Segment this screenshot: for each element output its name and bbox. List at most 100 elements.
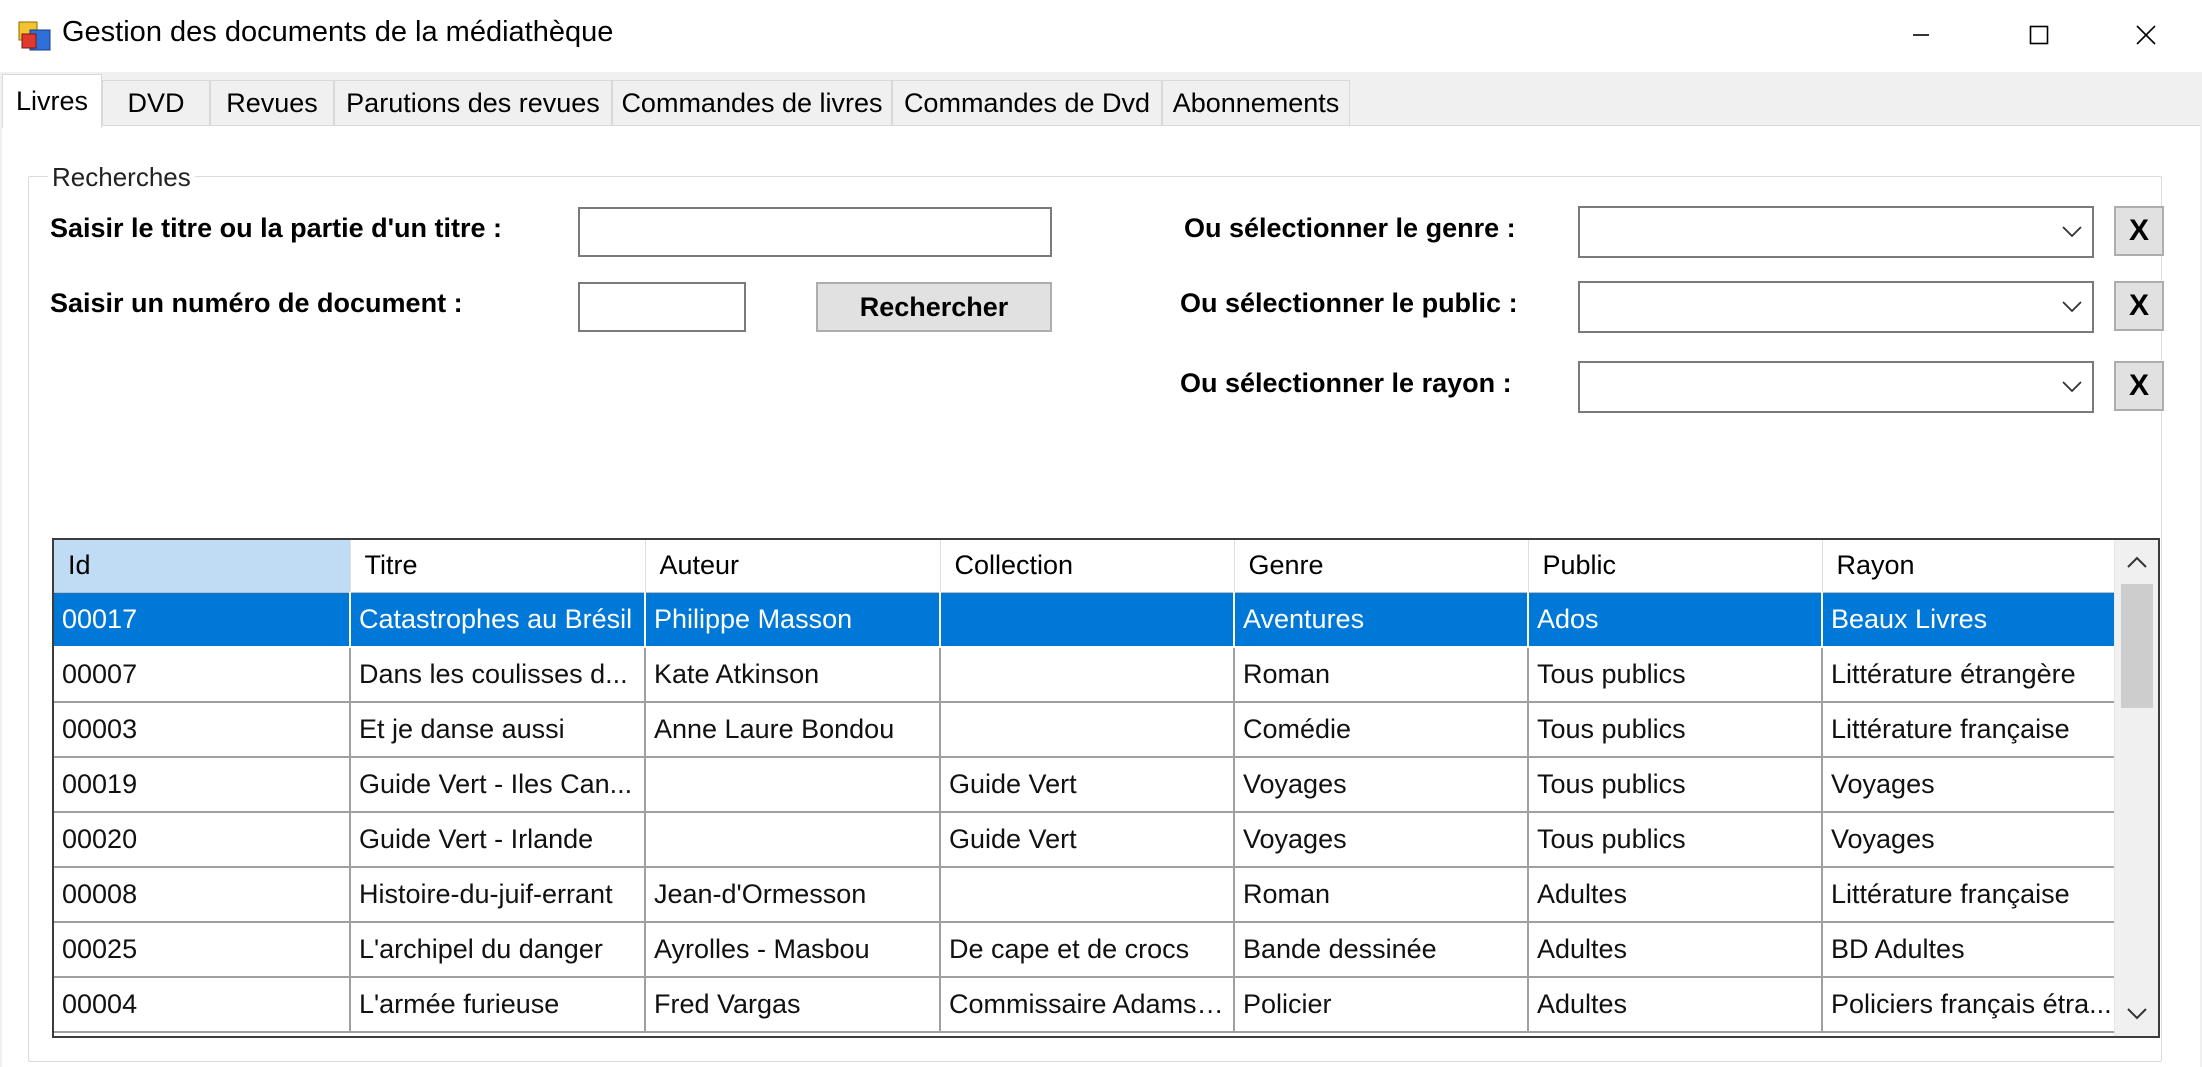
clear-public-button[interactable]: X bbox=[2114, 281, 2164, 331]
cell-titre[interactable]: Catastrophes au Brésil bbox=[350, 592, 646, 648]
cell-auteur[interactable]: Jean-d'Ormesson bbox=[645, 867, 941, 923]
cell-public[interactable]: Tous publics bbox=[1528, 702, 1823, 758]
column-header-auteur[interactable]: Auteur bbox=[645, 540, 941, 593]
cell-auteur[interactable]: Anne Laure Bondou bbox=[645, 702, 941, 758]
table-row[interactable]: 00017 Catastrophes au Brésil Philippe Ma… bbox=[54, 592, 2117, 648]
tab-dvd[interactable]: DVD bbox=[102, 80, 210, 126]
cell-collection[interactable] bbox=[940, 647, 1235, 703]
grid-vertical-scrollbar[interactable] bbox=[2114, 540, 2158, 1036]
table-row[interactable]: 00008 Histoire-du-juif-errant Jean-d'Orm… bbox=[54, 867, 2117, 923]
cell-titre[interactable]: L'armée furieuse bbox=[350, 977, 646, 1033]
cell-public[interactable]: Tous publics bbox=[1528, 812, 1823, 868]
cell-rayon[interactable]: Beaux Livres bbox=[1822, 592, 2117, 648]
cell-genre[interactable]: Policier bbox=[1234, 977, 1529, 1033]
cell-genre[interactable]: Voyages bbox=[1234, 812, 1529, 868]
cell-id[interactable]: 00007 bbox=[54, 647, 351, 703]
cell-collection[interactable]: Guide Vert bbox=[940, 757, 1235, 813]
tab-livres[interactable]: Livres bbox=[2, 74, 102, 128]
cell-rayon[interactable]: Littérature étrangère bbox=[1822, 647, 2117, 703]
cell-id[interactable]: 00020 bbox=[54, 812, 351, 868]
column-header-id[interactable]: Id bbox=[54, 540, 351, 593]
cell-collection[interactable]: Guide Vert bbox=[940, 812, 1235, 868]
cell-public[interactable]: Adultes bbox=[1528, 867, 1823, 923]
cell-collection[interactable]: De cape et de crocs bbox=[940, 922, 1235, 978]
scroll-up-button[interactable] bbox=[2115, 540, 2158, 584]
table-row[interactable]: 00020 Guide Vert - Irlande Guide Vert Vo… bbox=[54, 812, 2117, 868]
cell-titre[interactable]: Histoire-du-juif-errant bbox=[350, 867, 646, 923]
cell-genre[interactable]: Aventures bbox=[1234, 592, 1529, 648]
cell-auteur[interactable]: Fred Vargas bbox=[645, 977, 941, 1033]
tab-commandes-dvd[interactable]: Commandes de Dvd bbox=[892, 80, 1162, 126]
cell-id[interactable]: 00025 bbox=[54, 922, 351, 978]
title-search-input[interactable] bbox=[578, 207, 1052, 257]
cell-auteur[interactable]: Philippe Masson bbox=[645, 592, 941, 648]
search-group-title: Recherches bbox=[48, 162, 195, 193]
cell-rayon[interactable]: BD Adultes bbox=[1822, 922, 2117, 978]
table-row[interactable]: 00007 Dans les coulisses d... Kate Atkin… bbox=[54, 647, 2117, 703]
tab-parutions[interactable]: Parutions des revues bbox=[334, 80, 612, 126]
column-header-genre[interactable]: Genre bbox=[1234, 540, 1529, 593]
cell-public[interactable]: Adultes bbox=[1528, 922, 1823, 978]
column-header-rayon[interactable]: Rayon bbox=[1822, 540, 2117, 593]
cell-collection[interactable] bbox=[940, 592, 1235, 648]
livres-datagrid[interactable]: Id Titre Auteur Collection Genre Public … bbox=[52, 538, 2160, 1038]
table-row[interactable]: 00004 L'armée furieuse Fred Vargas Commi… bbox=[54, 977, 2117, 1033]
table-row[interactable]: 00019 Guide Vert - Iles Can... Guide Ver… bbox=[54, 757, 2117, 813]
tab-commandes-livres[interactable]: Commandes de livres bbox=[612, 80, 892, 126]
close-icon bbox=[2136, 25, 2156, 45]
cell-public[interactable]: Ados bbox=[1528, 592, 1823, 648]
cell-collection[interactable] bbox=[940, 867, 1235, 923]
cell-rayon[interactable]: Voyages bbox=[1822, 757, 2117, 813]
cell-id[interactable]: 00008 bbox=[54, 867, 351, 923]
cell-titre[interactable]: Et je danse aussi bbox=[350, 702, 646, 758]
scroll-thumb[interactable] bbox=[2121, 584, 2153, 708]
cell-auteur[interactable]: Ayrolles - Masbou bbox=[645, 922, 941, 978]
cell-rayon[interactable]: Voyages bbox=[1822, 812, 2117, 868]
chevron-down-icon bbox=[2060, 375, 2084, 399]
cell-rayon[interactable]: Littérature française bbox=[1822, 867, 2117, 923]
cell-public[interactable]: Tous publics bbox=[1528, 757, 1823, 813]
table-row[interactable]: 00003 Et je danse aussi Anne Laure Bondo… bbox=[54, 702, 2117, 758]
cell-public[interactable]: Tous publics bbox=[1528, 647, 1823, 703]
cell-id[interactable]: 00003 bbox=[54, 702, 351, 758]
cell-titre[interactable]: Dans les coulisses d... bbox=[350, 647, 646, 703]
cell-auteur[interactable]: Kate Atkinson bbox=[645, 647, 941, 703]
maximize-button[interactable] bbox=[1980, 0, 2098, 70]
cell-rayon[interactable]: Policiers français étra... bbox=[1822, 977, 2117, 1033]
tab-abonnements[interactable]: Abonnements bbox=[1162, 80, 1350, 126]
cell-id[interactable]: 00017 bbox=[54, 592, 351, 648]
cell-genre[interactable]: Roman bbox=[1234, 867, 1529, 923]
cell-genre[interactable]: Voyages bbox=[1234, 757, 1529, 813]
close-button[interactable] bbox=[2090, 0, 2202, 70]
cell-id[interactable]: 00004 bbox=[54, 977, 351, 1033]
clear-rayon-button[interactable]: X bbox=[2114, 361, 2164, 411]
cell-public[interactable]: Adultes bbox=[1528, 977, 1823, 1033]
cell-collection[interactable]: Commissaire Adamsb... bbox=[940, 977, 1235, 1033]
rechercher-button[interactable]: Rechercher bbox=[816, 282, 1052, 332]
public-combobox[interactable] bbox=[1578, 281, 2094, 333]
cell-rayon[interactable]: Littérature française bbox=[1822, 702, 2117, 758]
cell-genre[interactable]: Bande dessinée bbox=[1234, 922, 1529, 978]
minimize-button[interactable] bbox=[1862, 0, 1980, 70]
public-label: Ou sélectionner le public : bbox=[1180, 288, 1518, 318]
genre-combobox[interactable] bbox=[1578, 206, 2094, 258]
scroll-down-button[interactable] bbox=[2115, 992, 2158, 1036]
column-header-public[interactable]: Public bbox=[1528, 540, 1823, 593]
cell-auteur[interactable] bbox=[645, 757, 941, 813]
table-row[interactable]: 00025 L'archipel du danger Ayrolles - Ma… bbox=[54, 922, 2117, 978]
number-search-input[interactable] bbox=[578, 282, 746, 332]
cell-genre[interactable]: Roman bbox=[1234, 647, 1529, 703]
cell-titre[interactable]: L'archipel du danger bbox=[350, 922, 646, 978]
cell-genre[interactable]: Comédie bbox=[1234, 702, 1529, 758]
column-header-titre[interactable]: Titre bbox=[350, 540, 646, 593]
chevron-down-icon bbox=[2127, 1008, 2147, 1020]
cell-titre[interactable]: Guide Vert - Irlande bbox=[350, 812, 646, 868]
rayon-combobox[interactable] bbox=[1578, 361, 2094, 413]
cell-titre[interactable]: Guide Vert - Iles Can... bbox=[350, 757, 646, 813]
column-header-collection[interactable]: Collection bbox=[940, 540, 1235, 593]
cell-id[interactable]: 00019 bbox=[54, 757, 351, 813]
tab-revues[interactable]: Revues bbox=[210, 80, 334, 126]
cell-auteur[interactable] bbox=[645, 812, 941, 868]
cell-collection[interactable] bbox=[940, 702, 1235, 758]
clear-genre-button[interactable]: X bbox=[2114, 206, 2164, 256]
